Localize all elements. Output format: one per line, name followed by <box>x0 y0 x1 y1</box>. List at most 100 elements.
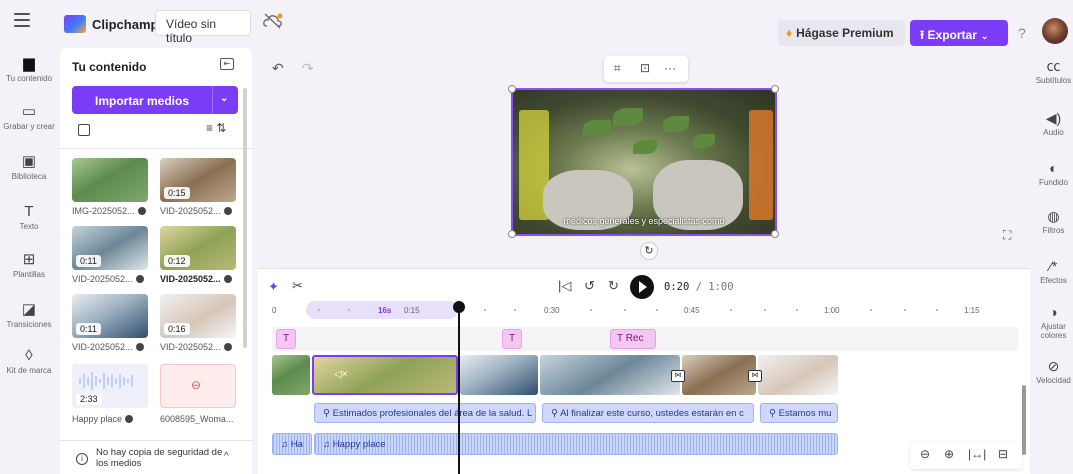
video-title-input[interactable]: Vídeo sin título <box>155 10 251 45</box>
ruler-tick: 0:45 <box>684 306 700 315</box>
text-clip[interactable]: T <box>502 329 523 349</box>
more-icon[interactable]: ··· <box>664 61 676 75</box>
play-button[interactable] <box>630 275 654 299</box>
video-clip[interactable] <box>540 355 680 395</box>
text-clip[interactable]: T <box>276 329 297 349</box>
rail-item-efectos[interactable]: ⁄* Efectos <box>1034 256 1073 285</box>
export-button[interactable]: ⭱ Exportar ⌄ <box>910 20 1008 46</box>
sort-icon[interactable]: ≡ ⇅ <box>206 121 226 135</box>
media-tile[interactable]: 0:15 <box>160 158 236 202</box>
media-tile[interactable]: 0:16 <box>160 294 236 338</box>
playhead[interactable] <box>458 301 460 474</box>
fullscreen-icon[interactable]: ⛶ <box>1003 228 1011 243</box>
zoom-in-icon[interactable]: ⊕ <box>944 447 954 461</box>
rewind-5-icon[interactable]: ↺ <box>584 278 595 294</box>
timeline: ✦ ✂ |◁ ↺ ↻ 0:20 / 1:00 0 16s 0:15 0:30 0… <box>258 268 1030 474</box>
subtitle-clip-text: Al finalizar este curso, ustedes estarán… <box>560 408 744 419</box>
collapse-panel-icon[interactable]: ⇤ <box>220 58 234 70</box>
fit-timeline-icon[interactable]: |↔| <box>968 447 986 461</box>
subtitle-clip-text: Estamos mu <box>778 408 832 419</box>
video-clip-selected[interactable]: ◁× <box>312 355 458 395</box>
ruler-dot <box>348 309 350 311</box>
forward-5-icon[interactable]: ↻ <box>608 278 619 294</box>
transition-icon[interactable]: ⋈ <box>748 370 762 382</box>
rail-item-plantillas[interactable]: ⊞ Plantillas <box>0 250 58 279</box>
chevron-up-icon[interactable]: ^ <box>224 451 229 462</box>
playhead-handle[interactable] <box>453 301 465 313</box>
rail-label: Tu contenido <box>6 74 52 83</box>
rail-item-fundido[interactable]: ◐ Fundido <box>1034 158 1073 187</box>
video-clip[interactable] <box>272 355 310 395</box>
audio-clip[interactable]: ♫ Happy place <box>314 433 838 455</box>
rail-label: Ajustar colores <box>1040 322 1067 340</box>
video-clip[interactable] <box>682 355 756 395</box>
rail-label: Filtros <box>1042 226 1065 235</box>
leaf-shape <box>663 116 689 132</box>
premium-label: Hágase Premium <box>796 26 894 40</box>
check-icon <box>223 275 232 283</box>
subtitle-clip[interactable]: ⚲ Estamos mu <box>760 403 838 423</box>
rail-item-ajustar-colores[interactable]: ◑ Ajustar colores <box>1034 302 1073 340</box>
audio-clip[interactable]: ♫ Ha <box>272 433 312 455</box>
rail-item-tu-contenido[interactable]: ▆ Tu contenido <box>0 54 58 83</box>
video-preview[interactable]: médicos generales y especialistas como <box>508 85 779 238</box>
video-clip[interactable] <box>758 355 838 395</box>
undo-icon[interactable]: ↶ <box>272 60 284 77</box>
check-icon <box>223 343 232 351</box>
resize-handle[interactable] <box>771 230 779 238</box>
transition-icon[interactable]: ⋈ <box>671 370 685 382</box>
premium-button[interactable]: ♦ Hágase Premium <box>778 20 905 46</box>
resize-handle[interactable] <box>771 85 779 93</box>
rail-item-subtitulos[interactable]: ㏄ Subtítulos <box>1034 56 1073 85</box>
redo-icon[interactable]: ↷ <box>302 60 314 77</box>
ruler-dot <box>318 309 320 311</box>
crop-icon[interactable]: ⌗ <box>614 61 621 76</box>
skip-start-icon[interactable]: |◁ <box>558 278 571 294</box>
select-all-checkbox[interactable] <box>78 124 90 136</box>
zoom-out-icon[interactable]: ⊖ <box>920 447 930 461</box>
panel-scrollbar[interactable] <box>243 88 247 348</box>
chevron-down-icon[interactable]: ⌄ <box>220 93 228 104</box>
media-tile[interactable]: 0:12 <box>160 226 236 270</box>
rail-item-transiciones[interactable]: ◪ Transiciones <box>0 300 58 329</box>
subtitle-person-icon: ⚲ <box>769 408 779 419</box>
layout-icon[interactable]: ⊟ <box>998 447 1008 461</box>
help-icon[interactable]: ? <box>1018 25 1026 41</box>
avatar[interactable] <box>1042 18 1068 44</box>
rail-item-audio[interactable]: ◀) Audio <box>1034 108 1073 137</box>
media-tile-audio[interactable]: 2:33 <box>72 364 148 408</box>
resize-handle[interactable] <box>508 85 516 93</box>
video-clip[interactable] <box>460 355 538 395</box>
media-duration: 0:12 <box>164 255 190 267</box>
timeline-scrollbar[interactable] <box>1022 385 1026 455</box>
fit-icon[interactable]: ⊡ <box>640 61 650 75</box>
rail-item-biblioteca[interactable]: ▣ Biblioteca <box>0 152 58 181</box>
rail-item-velocidad[interactable]: ⊘ Velocidad <box>1034 356 1073 385</box>
resize-handle[interactable] <box>508 230 516 238</box>
media-tile-link[interactable]: ⊖ <box>160 364 236 408</box>
rail-item-texto[interactable]: T Texto <box>0 202 58 231</box>
magic-icon[interactable]: ✦ <box>268 279 279 295</box>
media-tile[interactable]: 0:11 <box>72 294 148 338</box>
folder-icon: ▆ <box>23 55 35 72</box>
camera-icon: ▭ <box>21 103 37 120</box>
cloud-off-icon[interactable] <box>262 12 284 32</box>
text-clip[interactable]: T Rec <box>610 329 656 349</box>
subtitle-clip[interactable]: ⚲ Al finalizar este curso, ustedes estar… <box>542 403 754 423</box>
media-name: VID-2025052... <box>160 342 244 352</box>
menu-icon[interactable] <box>14 13 30 29</box>
media-tile[interactable] <box>72 158 148 202</box>
media-tile[interactable]: 0:11 <box>72 226 148 270</box>
ruler-tick: 0:15 <box>404 306 420 315</box>
scissors-icon[interactable]: ✂ <box>292 278 303 294</box>
subtitle-clip[interactable]: ⚲ Estimados profesionales del área de la… <box>314 403 536 423</box>
subtitle-person-icon: ⚲ <box>551 408 561 419</box>
import-media-button[interactable]: Importar medios ⌄ <box>72 86 238 114</box>
rail-item-filtros[interactable]: ◍ Filtros <box>1034 206 1073 235</box>
rail-item-grabar[interactable]: ▭ Grabar y crear <box>0 102 58 131</box>
ruler-dot <box>514 309 516 311</box>
rotate-icon[interactable]: ↻ <box>640 242 658 260</box>
media-name: VID-2025052... <box>160 274 244 284</box>
rail-item-kit-de-marca[interactable]: ◊ Kit de marca <box>0 346 58 375</box>
media-duration: 0:15 <box>164 187 190 199</box>
